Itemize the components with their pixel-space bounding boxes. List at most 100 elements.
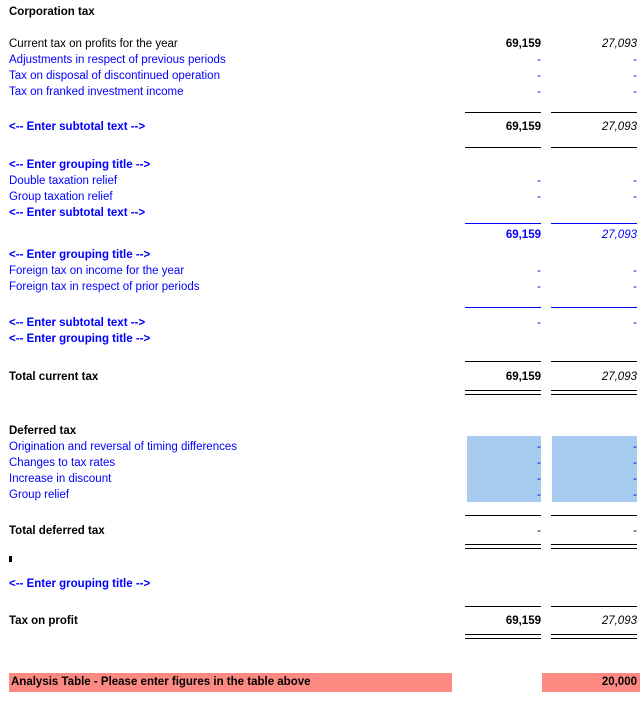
subtotal-row-1[interactable]: <-- Enter subtotal text --> 69,159 27,09… (0, 119, 641, 135)
total-double-rule-col2 (551, 544, 637, 549)
section-title-deferred-tax: Deferred tax (0, 423, 641, 439)
total-rule-col1 (465, 361, 541, 362)
row-value-col1[interactable]: - (465, 263, 541, 279)
table-row[interactable]: Double taxation relief - - (0, 173, 641, 189)
corporation-tax-note-sheet: Corporation tax Current tax on profits f… (0, 0, 641, 701)
subtotal-value-col2: 27,093 (601, 121, 637, 133)
row-value-col1[interactable]: - (465, 189, 541, 205)
row-value-col1[interactable]: - (465, 52, 541, 68)
row-value-col2[interactable]: - (551, 263, 637, 279)
row-value-col2[interactable]: - (551, 68, 637, 84)
table-row[interactable]: Tax on franked investment income - - (0, 84, 641, 100)
total-deferred-tax-row: Total deferred tax - - (0, 523, 641, 539)
total-value-col1: 69,159 (505, 371, 541, 383)
total-rule-col1 (465, 606, 541, 607)
subtotal-label[interactable]: <-- Enter subtotal text --> (9, 119, 145, 135)
subtotal-rule-col1 (465, 147, 541, 148)
table-row[interactable]: Increase in discount - - (0, 471, 641, 487)
row-value-col2[interactable]: - (551, 189, 637, 205)
grouping-title-row-3[interactable]: <-- Enter grouping title --> (0, 247, 641, 263)
subtotal-row-2-label[interactable]: <-- Enter subtotal text --> (0, 205, 641, 221)
grouping-title-label[interactable]: <-- Enter grouping title --> (9, 247, 150, 263)
subtotal-row-2-values: 69,159 27,093 (0, 227, 641, 243)
total-value-col1: 69,159 (505, 615, 541, 627)
row-value-col1[interactable]: 69,159 (465, 36, 541, 52)
row-label: Increase in discount (9, 473, 112, 485)
subtotal-row-3[interactable]: <-- Enter subtotal text --> - - (0, 315, 641, 331)
row-value-col1[interactable]: - (465, 471, 541, 487)
total-value-col1: - (537, 525, 541, 537)
table-row[interactable]: Foreign tax in respect of prior periods … (0, 279, 641, 295)
analysis-table-warning-value: 20,000 (542, 673, 640, 692)
table-row[interactable]: Origination and reversal of timing diffe… (0, 439, 641, 455)
row-value-col1[interactable]: - (465, 487, 541, 503)
table-row[interactable]: Changes to tax rates - - (0, 455, 641, 471)
subtotal-rule-col2 (551, 112, 637, 113)
row-value-col2[interactable]: - (551, 455, 637, 471)
row-value-col2[interactable]: - (551, 487, 637, 503)
row-value-col2[interactable]: - (551, 84, 637, 100)
total-value-col2: - (633, 525, 637, 537)
row-value-col1[interactable]: - (465, 279, 541, 295)
grouping-title-row-2[interactable]: <-- Enter grouping title --> (0, 157, 641, 173)
total-value-col2: 27,093 (601, 615, 637, 627)
subtotal-value-col2: 27,093 (601, 229, 637, 241)
row-label: Current tax on profits for the year (9, 38, 178, 50)
row-value-col1[interactable]: - (465, 455, 541, 471)
grouping-title-row-4[interactable]: <-- Enter grouping title --> (0, 331, 641, 347)
row-label: Group taxation relief (9, 191, 113, 203)
table-row[interactable]: Foreign tax on income for the year - - (0, 263, 641, 279)
subtotal-rule-col2 (551, 307, 637, 308)
row-value-col2[interactable]: - (551, 173, 637, 189)
total-double-rule-col2 (551, 634, 637, 639)
table-row[interactable]: Current tax on profits for the year 69,1… (0, 36, 641, 52)
table-row[interactable]: Group taxation relief - - (0, 189, 641, 205)
subtotal-label[interactable]: <-- Enter subtotal text --> (9, 205, 145, 221)
row-value-col1[interactable]: - (465, 68, 541, 84)
grouping-title-label[interactable]: <-- Enter grouping title --> (9, 157, 150, 173)
table-row[interactable]: Group relief - - (0, 487, 641, 503)
subtotal-value-col1: 69,159 (505, 229, 541, 241)
analysis-table-warning-message: Analysis Table - Please enter figures in… (9, 673, 452, 692)
section-title-corporation-tax: Corporation tax (0, 4, 641, 20)
page-title: Corporation tax (9, 6, 95, 18)
subtotal-rule-col1 (465, 307, 541, 308)
row-value-col2[interactable]: - (551, 439, 637, 455)
row-label: Origination and reversal of timing diffe… (9, 441, 237, 453)
subtotal-label[interactable]: <-- Enter subtotal text --> (9, 315, 145, 331)
row-label: Double taxation relief (9, 175, 118, 187)
subtotal-rule-col2 (551, 147, 637, 148)
row-value-col2[interactable]: - (551, 52, 637, 68)
row-label: Tax on disposal of discontinued operatio… (9, 70, 220, 82)
subtotal-value-col1: - (537, 317, 541, 329)
total-rule-col2 (551, 515, 637, 516)
row-value-col1[interactable]: - (465, 439, 541, 455)
row-label: Group relief (9, 489, 70, 501)
deferred-tax-title: Deferred tax (9, 425, 77, 437)
total-double-rule-col1 (465, 634, 541, 639)
row-value-col2[interactable]: - (551, 471, 637, 487)
table-row[interactable]: Adjustments in respect of previous perio… (0, 52, 641, 68)
grouping-title-label[interactable]: <-- Enter grouping title --> (9, 331, 150, 347)
total-double-rule-col2 (551, 390, 637, 395)
total-value-col2: 27,093 (601, 371, 637, 383)
row-label: Tax on franked investment income (9, 86, 184, 98)
grouping-title-label[interactable]: <-- Enter grouping title --> (9, 576, 150, 592)
table-row[interactable]: Tax on disposal of discontinued operatio… (0, 68, 641, 84)
total-label: Total current tax (9, 371, 99, 383)
total-rule-col2 (551, 361, 637, 362)
subtotal-value-col1: 69,159 (505, 121, 541, 133)
warning-text: Analysis Table - Please enter figures in… (11, 676, 311, 688)
total-double-rule-col1 (465, 544, 541, 549)
grouping-title-row-5[interactable]: <-- Enter grouping title --> (0, 576, 641, 592)
total-rule-col1 (465, 515, 541, 516)
row-value-col2[interactable]: 27,093 (551, 36, 637, 52)
row-value-col2[interactable]: - (551, 279, 637, 295)
row-label: Adjustments in respect of previous perio… (9, 54, 226, 66)
row-label: Foreign tax in respect of prior periods (9, 281, 200, 293)
subtotal-rule-col1 (465, 223, 541, 224)
stray-tick-mark (9, 556, 12, 562)
row-value-col1[interactable]: - (465, 173, 541, 189)
total-label: Tax on profit (9, 615, 78, 627)
row-value-col1[interactable]: - (465, 84, 541, 100)
